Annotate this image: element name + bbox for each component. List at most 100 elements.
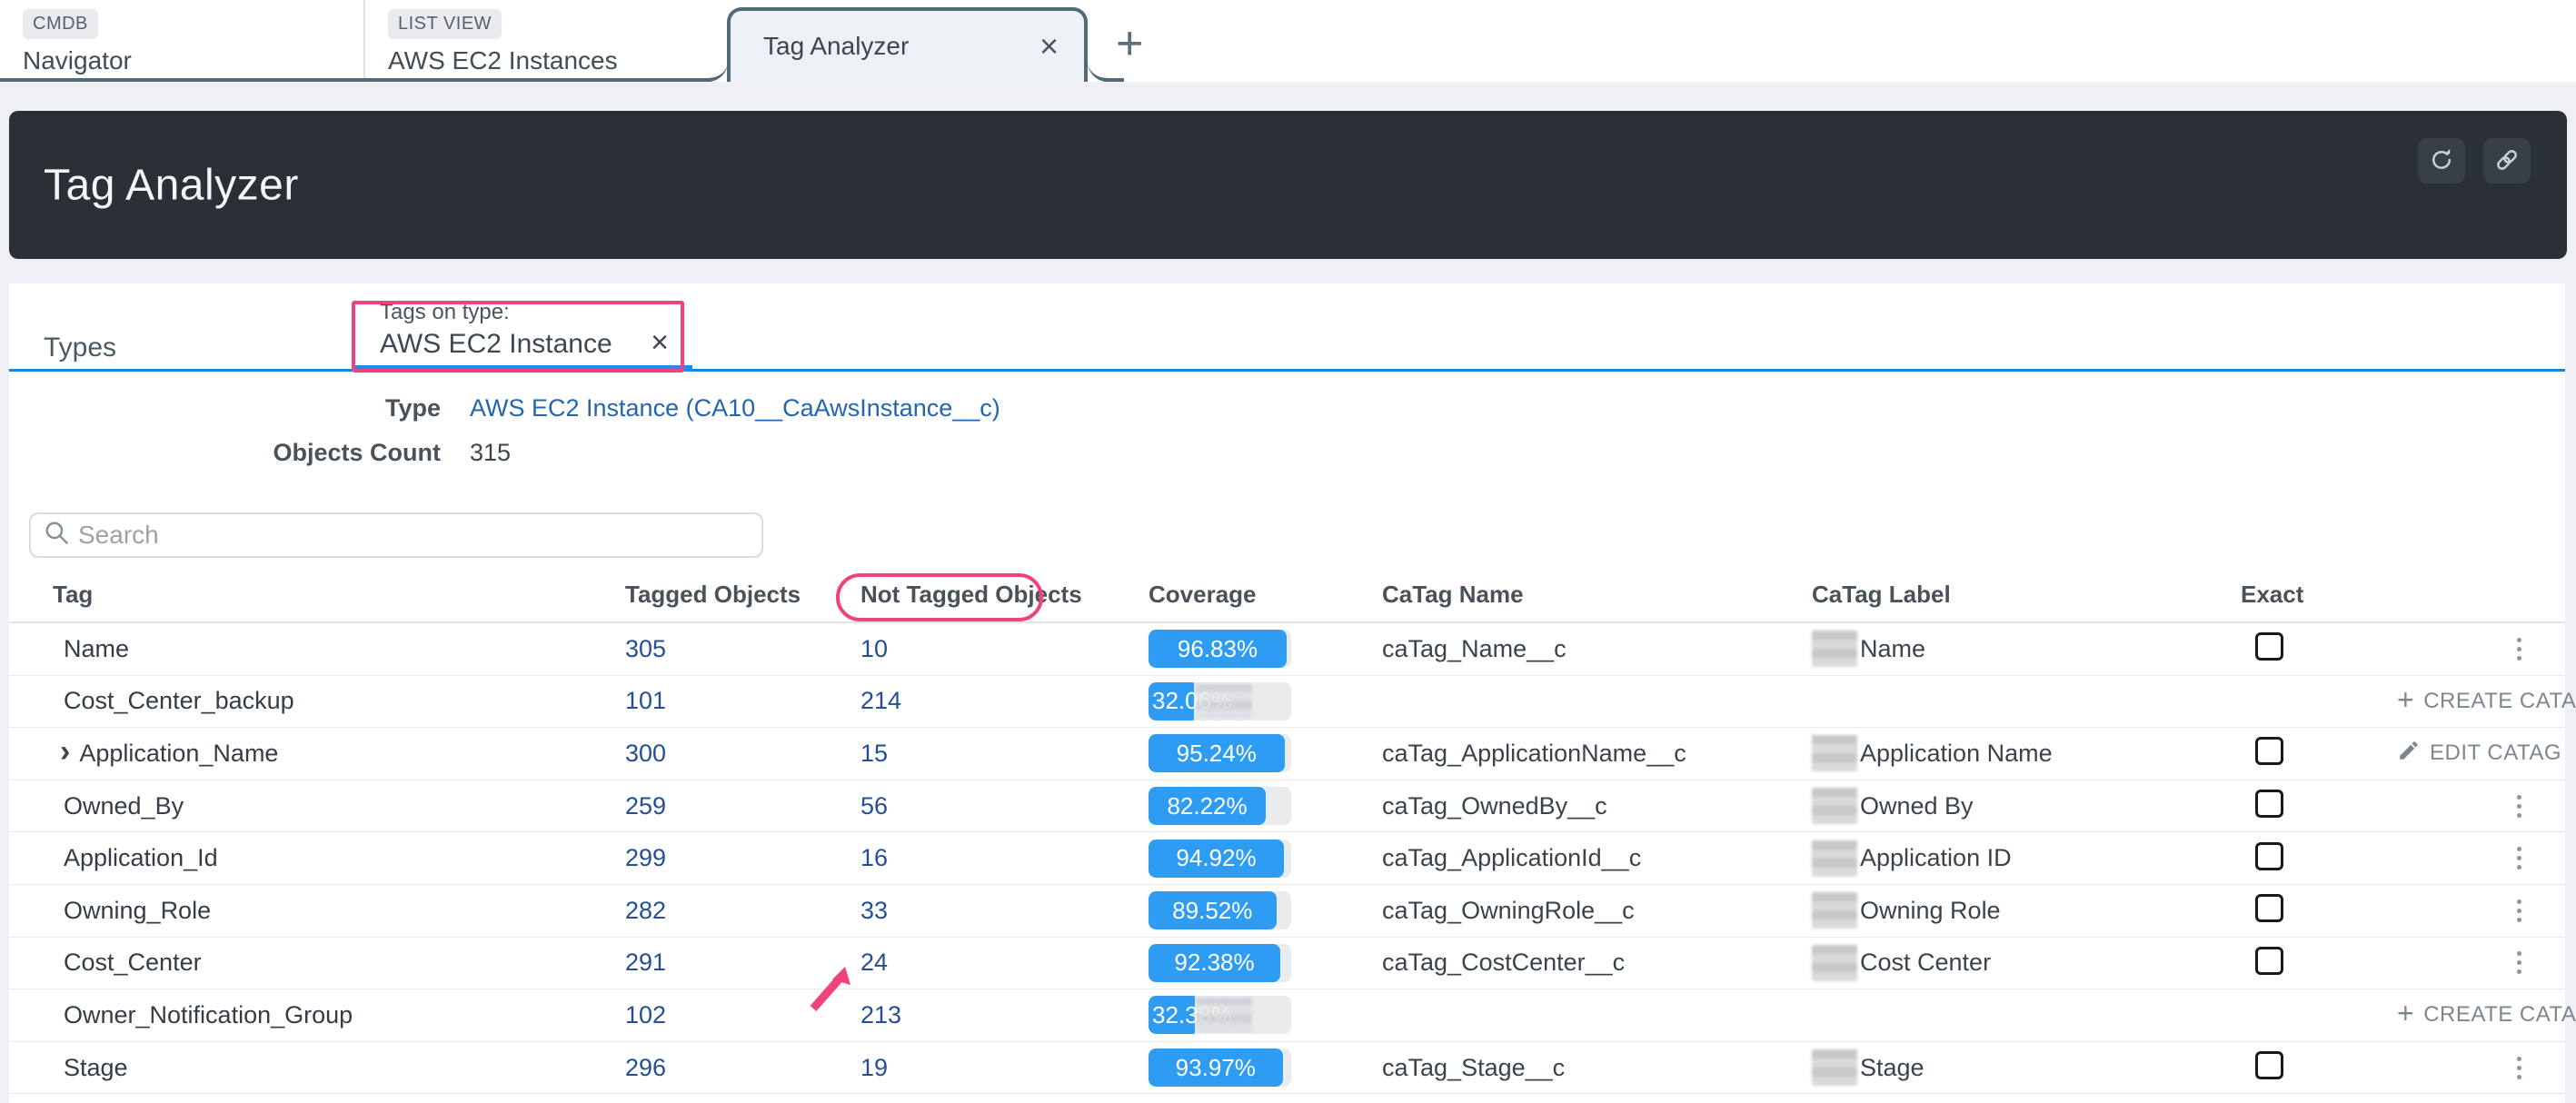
tagged-objects-link[interactable]: 282 bbox=[625, 897, 666, 924]
tab-foot-curve bbox=[1088, 62, 1108, 82]
search-icon bbox=[44, 520, 71, 552]
tab-types[interactable]: Types bbox=[44, 333, 116, 363]
copy-link-button[interactable] bbox=[2483, 138, 2531, 184]
not-tagged-objects-link[interactable]: 213 bbox=[860, 1001, 901, 1028]
col-tagged-objects[interactable]: Tagged Objects bbox=[625, 581, 860, 609]
new-tab-button[interactable]: + bbox=[1116, 20, 1143, 67]
col-exact[interactable]: Exact bbox=[2241, 581, 2397, 609]
col-catag-name[interactable]: CaTag Name bbox=[1382, 581, 1812, 609]
edit-catag-button[interactable]: EDIT CATAG bbox=[2397, 739, 2561, 769]
cmdb-badge: CMDB bbox=[23, 9, 98, 39]
table-row: › Cost_Center_backup 101 214 32.06% bbox=[9, 676, 2565, 729]
tab-cmdb-navigator[interactable]: CMDB Navigator bbox=[0, 0, 363, 78]
refresh-button[interactable] bbox=[2418, 138, 2465, 184]
close-tab-icon[interactable]: × bbox=[1039, 30, 1059, 63]
coverage-bar-fill: 92.38% bbox=[1149, 944, 1280, 982]
create-catag-button[interactable]: + CREATE CATAG bbox=[2397, 686, 2576, 717]
not-tagged-objects-link[interactable]: 15 bbox=[860, 740, 888, 767]
detail-row-objects-count: Objects Count 315 bbox=[9, 439, 2565, 467]
tagged-objects-link[interactable]: 299 bbox=[625, 844, 666, 871]
table-row: › Name 305 10 96.83% caTag_Name__c Name bbox=[9, 623, 2565, 676]
not-tagged-objects-link[interactable]: 19 bbox=[860, 1054, 888, 1081]
tagged-objects-link[interactable]: 291 bbox=[625, 949, 666, 976]
search-box[interactable] bbox=[29, 512, 763, 558]
tagged-objects-link[interactable]: 101 bbox=[625, 687, 666, 714]
coverage-bar: 82.22% bbox=[1149, 787, 1291, 825]
table-row: › Owner_Notification_Group 102 213 32.38… bbox=[9, 989, 2565, 1042]
coverage-bar-fill: 82.22% bbox=[1149, 787, 1266, 825]
row-menu-icon[interactable] bbox=[2510, 894, 2529, 928]
tab-foot-curve bbox=[708, 62, 728, 82]
catag-label-value: Owned By bbox=[1860, 792, 1974, 820]
redacted-label-prefix bbox=[1812, 892, 1857, 929]
not-tagged-objects-link[interactable]: 214 bbox=[860, 687, 901, 714]
objects-count-value: 315 bbox=[470, 439, 511, 467]
not-tagged-objects-link[interactable]: 10 bbox=[860, 635, 888, 662]
coverage-bar: 96.83% bbox=[1149, 630, 1291, 668]
redacted-label-prefix bbox=[1812, 1049, 1857, 1086]
coverage-bar: 95.24% bbox=[1149, 734, 1291, 772]
tag-name: Owning_Role bbox=[64, 897, 211, 925]
create-catag-label: CREATE CATAG bbox=[2423, 1002, 2576, 1028]
exact-checkbox[interactable] bbox=[2255, 1051, 2283, 1079]
catag-name-value: caTag_OwningRole__c bbox=[1382, 897, 1635, 924]
redacted-label-prefix bbox=[1812, 840, 1857, 877]
not-tagged-objects-link[interactable]: 16 bbox=[860, 844, 888, 871]
plus-icon: + bbox=[2397, 997, 2414, 1030]
chip-caption: Tags on type: bbox=[380, 300, 692, 325]
col-tag[interactable]: Tag bbox=[53, 581, 625, 609]
create-catag-button[interactable]: + CREATE CATAG bbox=[2397, 999, 2576, 1030]
exact-checkbox[interactable] bbox=[2255, 894, 2283, 922]
coverage-value: 94.92% bbox=[1176, 844, 1256, 872]
chip-close-icon[interactable]: × bbox=[651, 327, 669, 358]
row-menu-icon[interactable] bbox=[2510, 841, 2529, 875]
catag-name-value: caTag_Name__c bbox=[1382, 635, 1566, 662]
tagged-objects-link[interactable]: 296 bbox=[625, 1054, 666, 1081]
list-view-badge: LIST VIEW bbox=[388, 9, 502, 39]
not-tagged-objects-link[interactable]: 56 bbox=[860, 792, 888, 820]
tagged-objects-link[interactable]: 102 bbox=[625, 1001, 666, 1028]
tagged-objects-link[interactable]: 305 bbox=[625, 635, 666, 662]
tagged-objects-link[interactable]: 259 bbox=[625, 792, 666, 820]
refresh-icon bbox=[2428, 146, 2455, 176]
table-row: › Application_Id 299 16 94.92% caTag_App… bbox=[9, 832, 2565, 885]
coverage-value: 89.52% bbox=[1172, 897, 1252, 925]
not-tagged-objects-link[interactable]: 24 bbox=[860, 949, 888, 976]
table-body: › Name 305 10 96.83% caTag_Name__c Name bbox=[9, 623, 2565, 1094]
col-not-tagged-objects[interactable]: Not Tagged Objects bbox=[860, 581, 1149, 609]
exact-checkbox[interactable] bbox=[2255, 632, 2283, 661]
active-tab-underline bbox=[354, 365, 692, 372]
expand-chevron-icon[interactable]: › bbox=[60, 734, 70, 770]
tag-name: Stage bbox=[64, 1054, 128, 1082]
tab-label: Tag Analyzer bbox=[763, 32, 1039, 61]
tags-on-type-chip[interactable]: Tags on type: AWS EC2 Instance × bbox=[354, 293, 692, 369]
table-row: › Owning_Role 282 33 89.52% caTag_Owning… bbox=[9, 885, 2565, 938]
catag-label-value: Name bbox=[1860, 635, 1925, 663]
row-menu-icon[interactable] bbox=[2510, 1051, 2529, 1085]
exact-checkbox[interactable] bbox=[2255, 790, 2283, 818]
coverage-bar: 89.52% bbox=[1149, 891, 1291, 929]
coverage-bar-fill: 94.92% bbox=[1149, 840, 1284, 878]
tab-aws-ec2-instances[interactable]: LIST VIEW AWS EC2 Instances bbox=[363, 0, 727, 78]
tab-tag-analyzer-active[interactable]: Tag Analyzer × bbox=[727, 7, 1088, 82]
col-coverage[interactable]: Coverage bbox=[1149, 581, 1382, 609]
redacted-label-prefix bbox=[1812, 631, 1857, 667]
row-menu-icon[interactable] bbox=[2510, 946, 2529, 979]
not-tagged-objects-link[interactable]: 33 bbox=[860, 897, 888, 924]
tag-name: Name bbox=[64, 635, 129, 663]
tagged-objects-link[interactable]: 300 bbox=[625, 740, 666, 767]
row-menu-icon[interactable] bbox=[2510, 790, 2529, 823]
page-header: Tag Analyzer bbox=[9, 111, 2567, 259]
exact-checkbox[interactable] bbox=[2255, 947, 2283, 975]
coverage-bar-fill: 96.83% bbox=[1149, 630, 1287, 668]
type-link[interactable]: AWS EC2 Instance (CA10__CaAwsInstance__c… bbox=[470, 394, 1000, 422]
row-menu-icon[interactable] bbox=[2510, 632, 2529, 666]
detail-label: Objects Count bbox=[9, 439, 441, 467]
exact-checkbox[interactable] bbox=[2255, 842, 2283, 870]
col-catag-label[interactable]: CaTag Label bbox=[1812, 581, 2241, 609]
coverage-value: 92.38% bbox=[1174, 949, 1254, 977]
page-title: Tag Analyzer bbox=[44, 160, 299, 210]
search-input[interactable] bbox=[78, 521, 749, 550]
exact-checkbox[interactable] bbox=[2255, 737, 2283, 765]
coverage-bar: 94.92% bbox=[1149, 840, 1291, 878]
